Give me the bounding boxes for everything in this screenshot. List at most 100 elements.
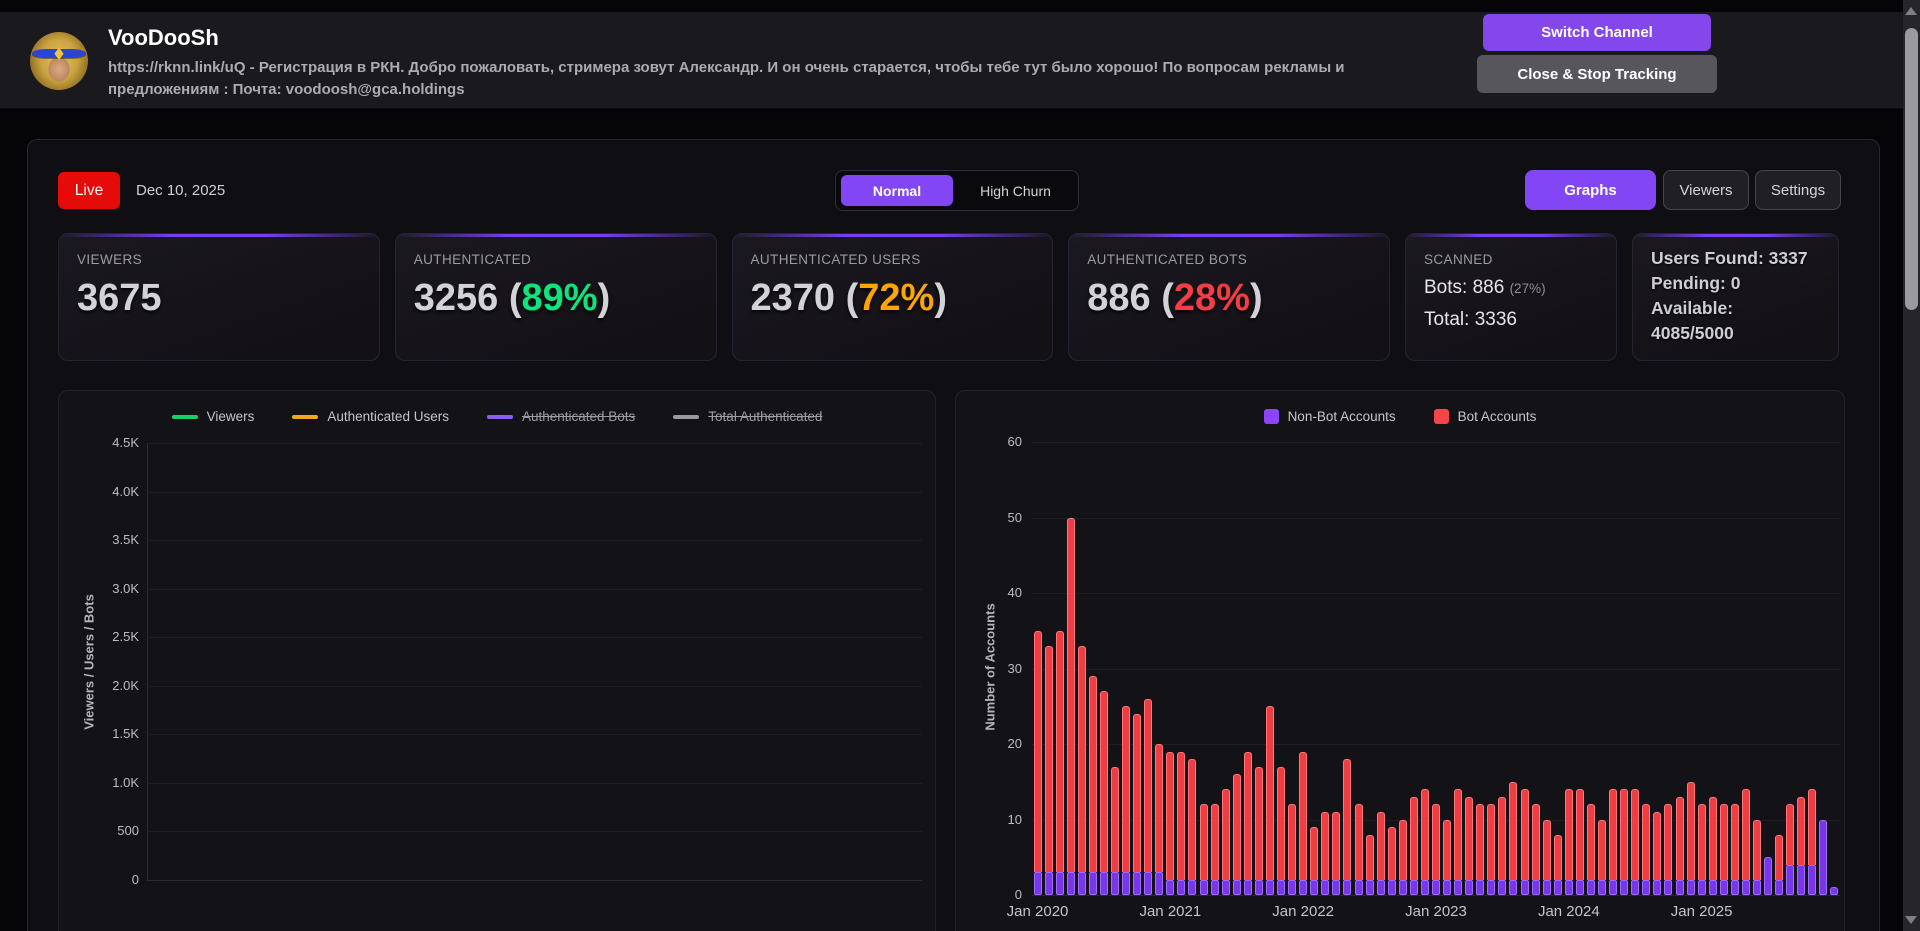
- stats-row: VIEWERS 3675 AUTHENTICATED 3256 89% AUTH…: [58, 233, 1839, 361]
- bar-segment-nonbot: [1088, 872, 1097, 895]
- churn-normal-button[interactable]: Normal: [841, 175, 953, 206]
- stat-percent: 72%: [846, 277, 947, 319]
- channel-title: VooDooSh: [108, 25, 219, 50]
- bar-segment-nonbot: [1764, 857, 1773, 895]
- bar-segment-nonbot: [1310, 879, 1319, 895]
- page-scrollbar[interactable]: [1903, 0, 1920, 931]
- gridline: [1032, 744, 1840, 745]
- bar-segment-nonbot: [1686, 879, 1695, 895]
- bar-segment-bot: [1077, 645, 1086, 873]
- bar-segment-bot: [1365, 834, 1374, 880]
- bar-segment-bot: [1476, 804, 1485, 880]
- bar-segment-nonbot: [1420, 879, 1429, 895]
- y-tick-label: 0: [1014, 887, 1022, 902]
- bar-segment-nonbot: [1354, 879, 1363, 895]
- gridline: [147, 734, 922, 736]
- bar-segment-nonbot: [1830, 887, 1839, 895]
- bar-segment-bot: [1177, 751, 1186, 880]
- bar-segment-bot: [1443, 819, 1452, 880]
- bar-segment-nonbot: [1111, 872, 1119, 895]
- bar-segment-nonbot: [1332, 879, 1341, 895]
- bar-segment-nonbot: [1321, 879, 1330, 895]
- bar-segment-bot: [1775, 834, 1784, 880]
- gridline: [1032, 593, 1840, 594]
- bar-segment-bot: [1664, 804, 1673, 880]
- bar-segment-bot: [1188, 759, 1197, 880]
- bar-segment-nonbot: [1066, 872, 1075, 895]
- app-header: VooDooSh https://rknn.link/uQ - Регистра…: [0, 12, 1903, 109]
- gridline: [147, 540, 922, 542]
- bar-segment-nonbot: [1775, 879, 1784, 895]
- bar-segment-nonbot: [1509, 879, 1518, 895]
- tab-settings[interactable]: Settings: [1755, 170, 1841, 210]
- bar-segment-nonbot: [1609, 879, 1618, 895]
- bar-segment-bot: [1310, 827, 1319, 880]
- gridline: [147, 685, 922, 687]
- y-tick-label: 500: [117, 823, 139, 839]
- bar-segment-nonbot: [1210, 879, 1219, 895]
- bar-segment-nonbot: [1155, 872, 1164, 895]
- gridline: [147, 491, 922, 493]
- scrollbar-thumb[interactable]: [1905, 28, 1918, 310]
- y-tick-label: 4.0K: [112, 483, 139, 499]
- tab-graphs[interactable]: Graphs: [1525, 170, 1656, 210]
- bar-segment-bot: [1432, 804, 1440, 880]
- bar-segment-bot: [1343, 759, 1352, 880]
- y-tick-label: 0: [131, 872, 139, 887]
- bar-segment-nonbot: [1498, 879, 1507, 895]
- bar-segment-bot: [1797, 796, 1806, 865]
- scroll-up-icon[interactable]: [1905, 7, 1917, 15]
- y-axis-line: [147, 442, 148, 880]
- bar-segment-nonbot: [1719, 879, 1728, 895]
- bar-segment-bot: [1288, 804, 1297, 880]
- accounts-bar-chart-panel: Non-Bot Accounts Bot Accounts Number of A…: [955, 390, 1845, 931]
- churn-high-button[interactable]: High Churn: [953, 175, 1078, 206]
- bar-segment-nonbot: [1819, 819, 1828, 895]
- bar-segment-bot: [1210, 804, 1219, 880]
- bar-segment-nonbot: [1232, 879, 1241, 895]
- bar-segment-bot: [1243, 751, 1252, 880]
- bar-segment-bot: [1531, 804, 1540, 880]
- bar-segment-nonbot: [1542, 879, 1551, 895]
- bar-segment-bot: [1741, 789, 1750, 880]
- stat-card-authenticated-users: AUTHENTICATED USERS 2370 72%: [731, 233, 1054, 361]
- y-tick-label: 60: [1007, 434, 1022, 449]
- gridline: [147, 831, 922, 833]
- bar-segment-bot: [1609, 789, 1618, 880]
- bar-segment-nonbot: [1409, 879, 1418, 895]
- stat-label: AUTHENTICATED BOTS: [1087, 252, 1248, 267]
- bar-segment-nonbot: [1376, 879, 1385, 895]
- gridline: [147, 637, 922, 639]
- channel-avatar: [30, 32, 88, 90]
- stat-value: 2370 72%: [751, 277, 1035, 320]
- bar-segment-nonbot: [1553, 879, 1562, 895]
- switch-channel-button[interactable]: Switch Channel: [1483, 14, 1711, 51]
- available-label-line: Available:: [1651, 298, 1734, 318]
- bar-segment-nonbot: [1299, 879, 1308, 895]
- bar-segment-bot: [1409, 796, 1418, 880]
- stat-value: 3675: [77, 277, 162, 319]
- y-tick-label: 4.5K: [112, 434, 139, 450]
- scroll-down-icon[interactable]: [1905, 916, 1917, 924]
- bar-segment-bot: [1520, 789, 1529, 880]
- bar-segment-nonbot: [1243, 879, 1252, 895]
- bar-segment-bot: [1509, 781, 1518, 880]
- bar-segment-bot: [1221, 789, 1230, 880]
- stat-label: AUTHENTICATED: [413, 252, 532, 267]
- y-tick-label: 1.0K: [112, 774, 139, 790]
- viewers-line-chart-panel: Viewers Authenticated Users Authenticated …: [58, 390, 936, 931]
- close-stop-tracking-button[interactable]: Close & Stop Tracking: [1477, 55, 1717, 93]
- bar-segment-bot: [1752, 819, 1761, 880]
- tab-viewers[interactable]: Viewers: [1663, 170, 1749, 210]
- y-tick-label: 2.0K: [112, 677, 139, 693]
- gridline: [1032, 517, 1840, 519]
- bar-segment-nonbot: [1786, 864, 1795, 895]
- stat-value: 3256 89%: [414, 277, 698, 320]
- users-found-line: Users Found: 3337: [1651, 248, 1808, 268]
- bar-segment-bot: [1155, 744, 1164, 873]
- churn-mode-toggle: Normal High Churn: [835, 170, 1079, 211]
- bar-segment-bot: [1144, 698, 1153, 873]
- dashboard-panel: Live Dec 10, 2025 Normal High Churn Grap…: [27, 139, 1880, 931]
- bar-segment-nonbot: [1586, 879, 1595, 895]
- gridline: [147, 442, 922, 444]
